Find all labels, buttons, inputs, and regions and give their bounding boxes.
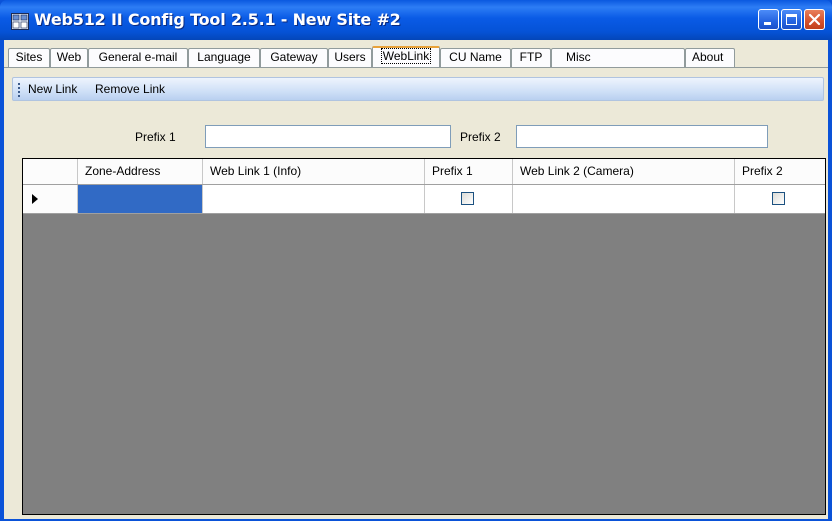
column-header-prefix-2[interactable]: Prefix 2 xyxy=(735,159,825,184)
minimize-button[interactable] xyxy=(758,9,779,30)
cell-web-link-1[interactable] xyxy=(203,185,425,213)
cell-prefix-2[interactable] xyxy=(735,185,825,213)
tab-cu-name[interactable]: CU Name xyxy=(440,48,511,67)
tab-label: About xyxy=(692,50,724,64)
close-button[interactable] xyxy=(804,9,825,30)
maximize-icon xyxy=(786,14,797,25)
tab-label: Web xyxy=(56,50,82,64)
prefix2-input[interactable] xyxy=(516,125,768,148)
row-header-corner xyxy=(23,159,78,184)
tab-label: Gateway xyxy=(270,50,318,64)
prefix1-checkbox[interactable] xyxy=(461,192,474,205)
prefix1-label: Prefix 1 xyxy=(135,130,176,144)
toolbar-grip[interactable] xyxy=(18,83,21,97)
cell-web-link-2[interactable] xyxy=(513,185,735,213)
app-window: Web512 II Config Tool 2.5.1 - New Site #… xyxy=(0,0,832,521)
cell-prefix-1[interactable] xyxy=(425,185,513,213)
remove-link-button[interactable]: Remove Link xyxy=(95,82,165,96)
tab-strip: Sites Web General e-mail Language Gatewa… xyxy=(4,46,828,68)
tab-sites[interactable]: Sites xyxy=(8,48,50,67)
app-icon xyxy=(11,13,29,30)
tab-gateway[interactable]: Gateway xyxy=(260,48,328,67)
prefix2-label: Prefix 2 xyxy=(460,130,501,144)
title-bar[interactable]: Web512 II Config Tool 2.5.1 - New Site #… xyxy=(0,0,832,40)
toolbar: New Link Remove Link xyxy=(12,77,824,101)
prefix1-input[interactable] xyxy=(205,125,451,148)
tab-label: Users xyxy=(334,50,366,64)
row-header[interactable] xyxy=(23,185,78,213)
maximize-button[interactable] xyxy=(781,9,802,30)
tab-label: FTP xyxy=(519,50,543,64)
weblink-tab-panel: New Link Remove Link Prefix 1 Prefix 2 Z… xyxy=(4,67,828,519)
prefix2-checkbox[interactable] xyxy=(772,192,785,205)
client-area: Sites Web General e-mail Language Gatewa… xyxy=(4,40,828,519)
tab-label: Language xyxy=(197,50,251,64)
tab-users[interactable]: Users xyxy=(328,48,372,67)
column-header-prefix-1[interactable]: Prefix 1 xyxy=(425,159,513,184)
grid-header: Zone-Address Web Link 1 (Info) Prefix 1 … xyxy=(23,159,825,185)
tab-misc[interactable]: Misc xyxy=(551,48,685,67)
close-icon xyxy=(808,13,821,26)
column-header-web-link-2[interactable]: Web Link 2 (Camera) xyxy=(513,159,735,184)
tab-label: Sites xyxy=(15,50,43,64)
weblink-grid[interactable]: Zone-Address Web Link 1 (Info) Prefix 1 … xyxy=(22,158,826,515)
tab-language[interactable]: Language xyxy=(188,48,260,67)
tab-label: Misc xyxy=(566,50,591,64)
tab-label: CU Name xyxy=(449,50,502,64)
column-header-zone-address[interactable]: Zone-Address xyxy=(78,159,203,184)
tab-weblink[interactable]: WebLink xyxy=(372,46,440,68)
tab-about[interactable]: About xyxy=(685,48,735,67)
new-link-button[interactable]: New Link xyxy=(28,82,77,96)
tab-web[interactable]: Web xyxy=(50,48,88,67)
window-title: Web512 II Config Tool 2.5.1 - New Site #… xyxy=(34,10,401,29)
tab-ftp[interactable]: FTP xyxy=(511,48,551,67)
tab-general-email[interactable]: General e-mail xyxy=(88,48,188,67)
current-row-arrow-icon xyxy=(32,194,38,204)
tab-label: General e-mail xyxy=(98,50,178,64)
cell-zone-address[interactable] xyxy=(78,185,203,213)
minimize-icon xyxy=(764,22,771,25)
table-row[interactable] xyxy=(23,185,825,214)
column-header-web-link-1[interactable]: Web Link 1 (Info) xyxy=(203,159,425,184)
tab-label: WebLink xyxy=(380,48,432,64)
